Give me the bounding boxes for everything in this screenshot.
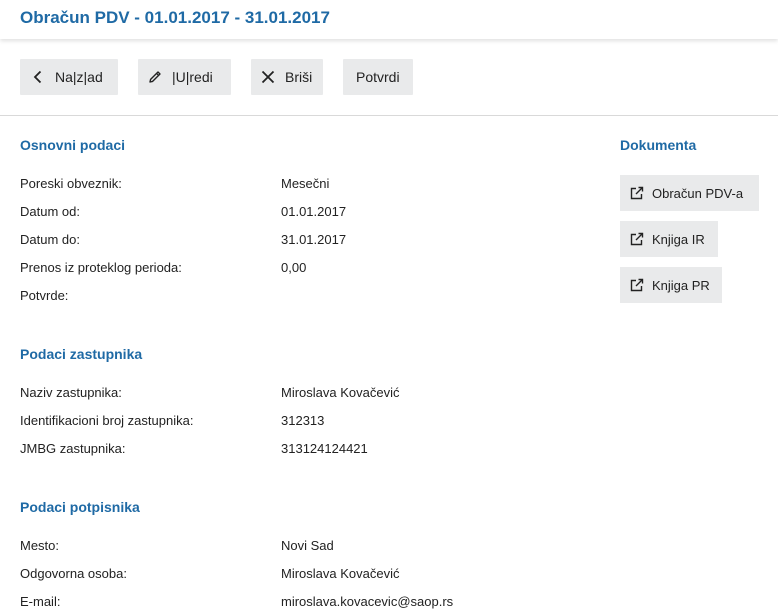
field-label: E-mail: [20,594,61,609]
field-label: Odgovorna osoba: [20,566,127,581]
confirm-button[interactable]: Potvrdi [343,59,413,95]
field-value: 31.01.2017 [281,232,347,247]
edit-button-label: |U|redi [172,69,213,85]
page-title: Obračun PDV - 01.01.2017 - 31.01.2017 [20,8,330,27]
field-value: Mesečni [281,176,330,191]
field-label: Identifikacioni broj zastupnika: [20,413,194,428]
edit-button[interactable]: |U|redi [138,59,231,95]
field-row: JMBG zastupnika: 313124124421 [20,441,580,461]
chevron-left-icon [30,69,46,85]
field-label: Datum do: [20,232,80,247]
field-label: JMBG zastupnika: [20,441,126,456]
field-row: Datum od: 01.01.2017 [20,204,580,224]
field-row: Odgovorna osoba: Miroslava Kovačević [20,566,580,586]
delete-button-label: Briši [285,69,313,85]
field-label: Poreski obveznik: [20,176,122,191]
field-row: Naziv zastupnika: Miroslava Kovačević [20,385,580,405]
document-button-pr[interactable]: Knjiga PR [620,267,722,303]
divider [0,115,778,116]
section-title-signatory: Podaci potpisnika [20,499,140,515]
document-button-label: Obračun PDV-a [652,185,744,201]
field-label: Prenos iz proteklog perioda: [20,260,182,275]
field-value: 312313 [281,413,325,428]
field-value: Miroslava Kovačević [281,566,400,581]
field-row: Identifikacioni broj zastupnika: 312313 [20,413,580,433]
field-row: Prenos iz proteklog perioda: 0,00 [20,260,580,280]
field-row: Datum do: 31.01.2017 [20,232,580,252]
field-value: 313124124421 [281,441,368,456]
field-value: Novi Sad [281,538,334,553]
external-link-icon [629,185,645,201]
field-value: 0,00 [281,260,307,275]
field-row: E-mail: miroslava.kovacevic@saop.rs [20,594,580,614]
back-button-label: Na|z|ad [55,69,103,85]
page-header: Obračun PDV - 01.01.2017 - 31.01.2017 [0,0,778,39]
field-row: Mesto: Novi Sad [20,538,580,558]
back-button[interactable]: Na|z|ad [20,59,118,95]
field-value: 01.01.2017 [281,204,347,219]
field-label: Datum od: [20,204,80,219]
section-title-basic: Osnovni podaci [20,137,126,153]
document-button-label: Knjiga PR [652,277,710,293]
toolbar: Na|z|ad |U|redi Briši Potvrdi [20,59,413,95]
document-button-ir[interactable]: Knjiga IR [620,221,718,257]
document-button-pdv[interactable]: Obračun PDV-a [620,175,759,211]
close-icon [260,69,276,85]
delete-button[interactable]: Briši [251,59,323,95]
field-value: miroslava.kovacevic@saop.rs [281,594,454,609]
document-button-label: Knjiga IR [652,231,705,247]
field-label: Naziv zastupnika: [20,385,122,400]
confirm-button-label: Potvrdi [356,69,400,85]
external-link-icon [629,231,645,247]
external-link-icon [629,277,645,293]
field-label: Potvrde: [20,288,69,303]
pencil-icon [147,69,163,85]
field-value: Miroslava Kovačević [281,385,400,400]
field-row: Poreski obveznik: Mesečni [20,176,580,196]
section-title-representative: Podaci zastupnika [20,346,143,362]
field-row: Potvrde: [20,288,580,308]
field-label: Mesto: [20,538,60,553]
section-title-documents: Dokumenta [620,137,697,153]
